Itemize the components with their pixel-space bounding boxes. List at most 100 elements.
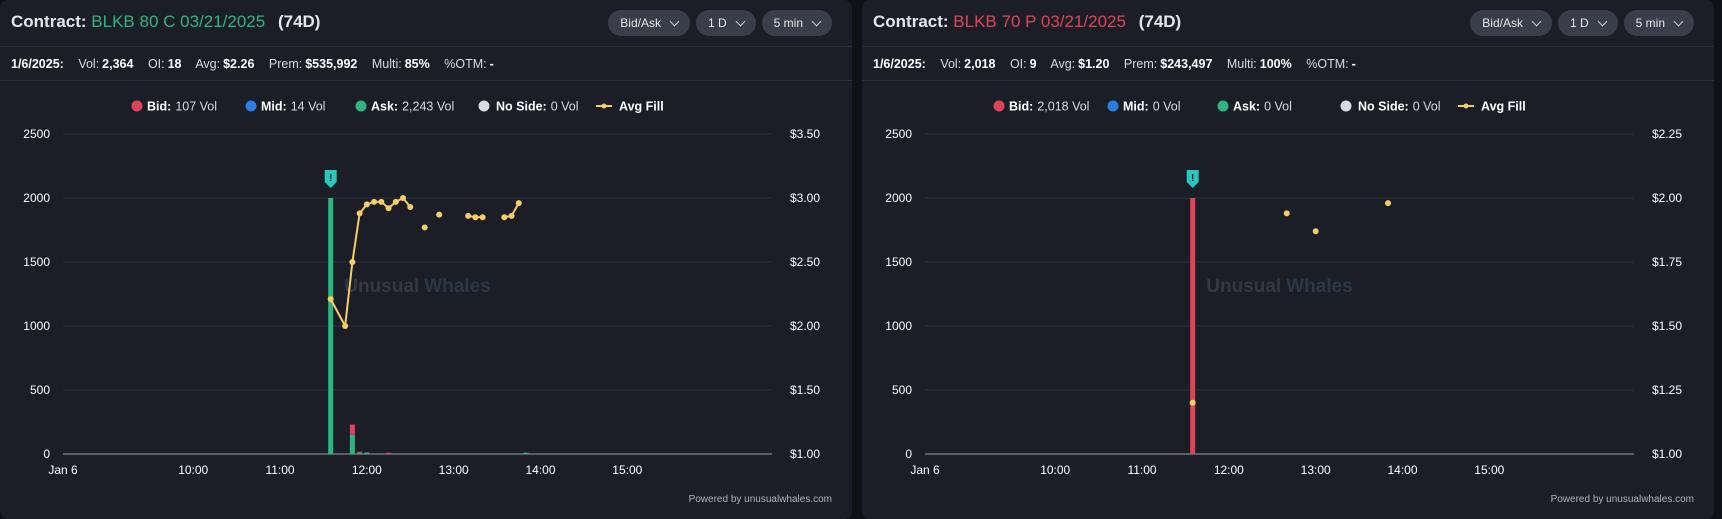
y-axis-right-tick: $1.50 xyxy=(1652,319,1682,333)
x-axis-tick: 12:00 xyxy=(352,463,382,477)
legend-value: 107 Vol xyxy=(175,100,217,114)
legend-dot-swatch xyxy=(601,103,607,109)
alert-flag-glyph: ! xyxy=(1191,173,1194,184)
chart-panel-left: Contract: BLKB 80 C 03/21/2025 (74D) Bid… xyxy=(0,0,852,519)
x-axis-tick: 11:00 xyxy=(265,463,294,477)
legend-label: Avg Fill xyxy=(619,100,664,114)
y-axis-right-tick: $3.50 xyxy=(790,127,820,141)
y-axis-left-tick: 1000 xyxy=(885,319,912,333)
powered-by-text: Powered by unusualwhales.com xyxy=(688,494,832,505)
watermark-word: Unusual xyxy=(344,276,419,297)
y-axis-right-tick: $3.00 xyxy=(790,191,820,205)
legend-label: Mid: xyxy=(261,100,287,114)
y-axis-left-tick: 500 xyxy=(30,383,50,397)
x-axis-tick: 15:00 xyxy=(612,463,642,477)
legend-item: Bid: 2,018 Vol xyxy=(1009,100,1089,114)
y-axis-right-tick: $2.00 xyxy=(790,319,820,333)
legend-item: Ask: 0 Vol xyxy=(1233,100,1292,114)
ask-volume-bar xyxy=(364,452,370,454)
volume-chart: Bid: 107 Vol Mid: 14 Vol Ask: 2,243 Vol No Sid… xyxy=(23,100,820,478)
legend-value: 14 Vol xyxy=(291,100,326,114)
alert-flag-glyph: ! xyxy=(329,173,332,184)
bid-volume-bar xyxy=(386,452,392,454)
watermark: Unusual Whales xyxy=(1206,276,1352,297)
legend-dot-swatch xyxy=(993,100,1005,112)
y-axis-right-tick: $1.00 xyxy=(1652,447,1682,461)
volume-chart: Bid: 2,018 Vol Mid: 0 Vol Ask: 0 Vol No Side: 0… xyxy=(885,100,1682,478)
legend-value: 2,018 Vol xyxy=(1037,100,1089,114)
watermark-word: Whales xyxy=(1286,276,1353,297)
x-axis-tick: Jan 6 xyxy=(910,463,940,477)
legend-label: Bid: xyxy=(1009,100,1033,114)
y-axis-left-tick: 1500 xyxy=(23,255,50,269)
y-axis-right-tick: $2.00 xyxy=(1652,191,1682,205)
legend-item: Ask: 2,243 Vol xyxy=(371,100,454,114)
legend-value: 2,243 Vol xyxy=(402,100,454,114)
y-axis-right-tick: $1.75 xyxy=(1652,255,1682,269)
bid-volume-bar xyxy=(357,451,363,453)
legend-label: No Side: xyxy=(1358,100,1409,114)
y-axis-left-tick: 1000 xyxy=(23,319,50,333)
legend-dot-swatch xyxy=(245,100,257,112)
avg-fill-point xyxy=(1189,399,1196,406)
legend-item: Avg Fill xyxy=(1481,100,1526,114)
y-axis-right-tick: $2.25 xyxy=(1652,127,1682,141)
chart-panel-right: Contract: BLKB 70 P 03/21/2025 (74D) Bid… xyxy=(862,0,1714,519)
legend-dot-swatch xyxy=(478,100,490,112)
y-axis-left-tick: 2000 xyxy=(23,191,50,205)
x-axis-tick: 13:00 xyxy=(439,463,469,477)
legend-item: Bid: 107 Vol xyxy=(147,100,217,114)
ask-volume-bar xyxy=(357,452,363,454)
y-axis-right-tick: $1.00 xyxy=(790,447,820,461)
y-axis-left-tick: 2500 xyxy=(23,127,50,141)
x-axis-tick: 15:00 xyxy=(1474,463,1504,477)
powered-by-text: Powered by unusualwhales.com xyxy=(1550,494,1694,505)
legend-item: Mid: 14 Vol xyxy=(261,100,325,114)
x-axis-tick: 14:00 xyxy=(1387,463,1417,477)
legend-label: Bid: xyxy=(147,100,171,114)
legend-label: Mid: xyxy=(1123,100,1149,114)
avg-fill-point xyxy=(1312,228,1319,235)
legend-dot-swatch xyxy=(1217,100,1229,112)
ask-volume-bar xyxy=(349,434,355,454)
legend-value: 0 Vol xyxy=(1153,100,1181,114)
legend-label: Avg Fill xyxy=(1481,100,1526,114)
legend-item: No Side: 0 Vol xyxy=(1358,100,1441,114)
watermark-word: Whales xyxy=(424,276,491,297)
avg-fill-line xyxy=(351,213,361,263)
watermark: Unusual Whales xyxy=(344,276,490,297)
x-axis-tick: 10:00 xyxy=(1040,463,1070,477)
avg-fill-point xyxy=(515,200,522,207)
avg-fill-point xyxy=(421,224,428,231)
legend-dot-swatch xyxy=(1107,100,1119,112)
x-axis-tick: 10:00 xyxy=(178,463,208,477)
legend-item: Avg Fill xyxy=(619,100,664,114)
bid-volume-bar xyxy=(349,424,355,435)
x-axis-tick: 13:00 xyxy=(1301,463,1331,477)
avg-fill-point xyxy=(436,211,443,218)
legend-label: Ask: xyxy=(1233,100,1260,114)
ask-volume-bar xyxy=(328,198,334,454)
watermark-word: Unusual xyxy=(1206,276,1281,297)
y-axis-right-tick: $1.50 xyxy=(790,383,820,397)
y-axis-left-tick: 0 xyxy=(43,447,50,461)
ask-volume-bar xyxy=(523,452,529,454)
y-axis-left-tick: 2000 xyxy=(885,191,912,205)
legend-item: No Side: 0 Vol xyxy=(496,100,579,114)
legend-label: No Side: xyxy=(496,100,547,114)
y-axis-right-tick: $2.50 xyxy=(790,255,820,269)
y-axis-left-tick: 2500 xyxy=(885,127,912,141)
legend-item: Mid: 0 Vol xyxy=(1123,100,1181,114)
x-axis-tick: 11:00 xyxy=(1127,463,1156,477)
legend-dot-swatch xyxy=(1463,103,1469,109)
legend-label: Ask: xyxy=(371,100,398,114)
legend-value: 0 Vol xyxy=(551,100,579,114)
legend-dot-swatch xyxy=(355,100,367,112)
legend-value: 0 Vol xyxy=(1264,100,1292,114)
bid-volume-bar xyxy=(1190,198,1196,454)
avg-fill-point xyxy=(1283,210,1290,217)
legend-value: 0 Vol xyxy=(1413,100,1441,114)
x-axis-tick: 12:00 xyxy=(1214,463,1244,477)
y-axis-left-tick: 500 xyxy=(892,383,912,397)
x-axis-tick: Jan 6 xyxy=(48,463,78,477)
